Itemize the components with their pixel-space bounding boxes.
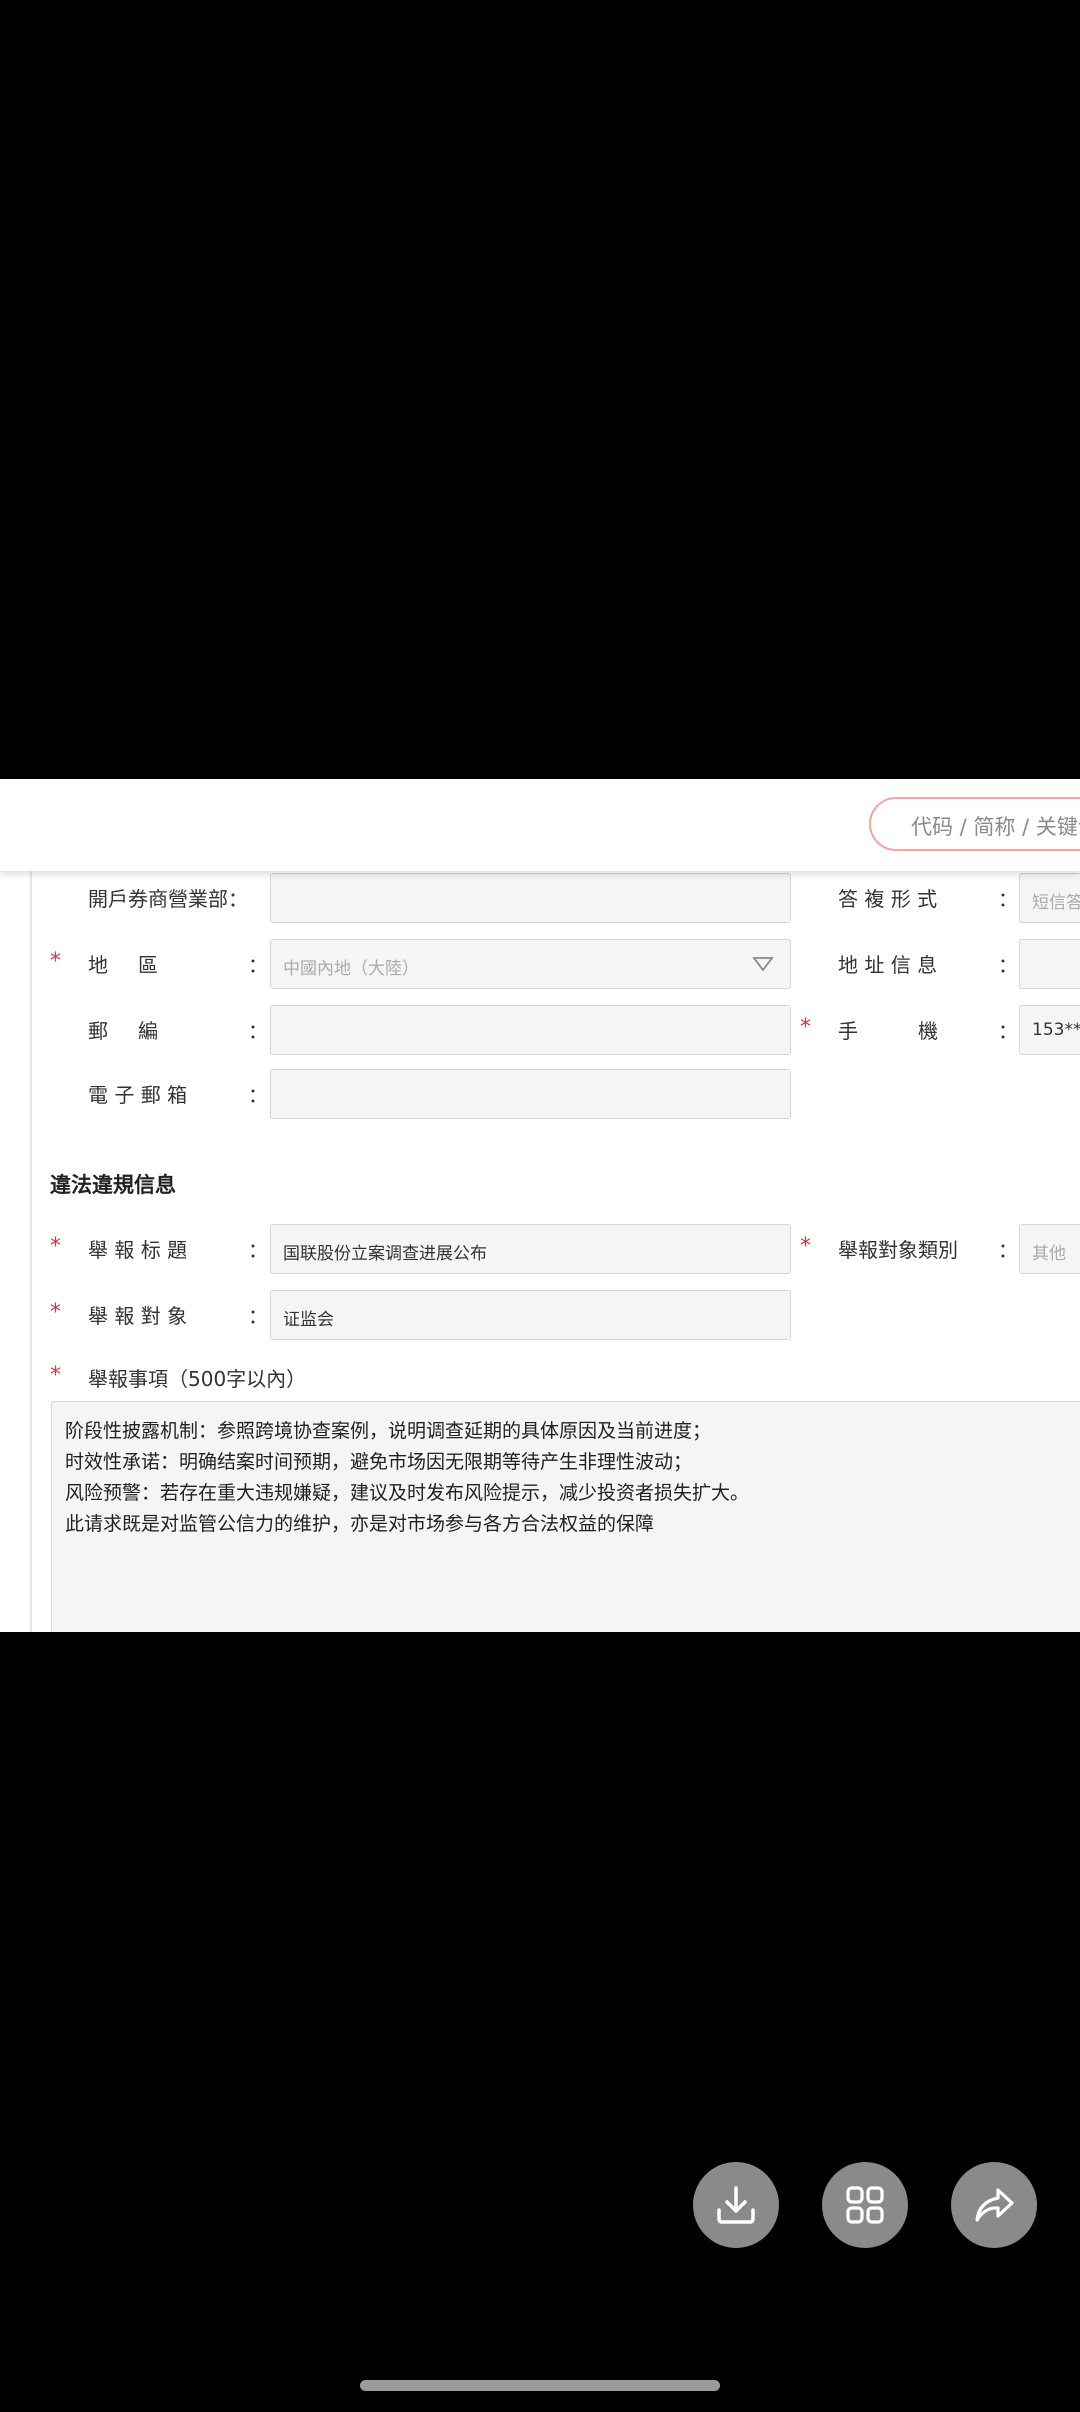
report-matters-textarea[interactable]: 阶段性披露机制：参照跨境协查案例，说明调查延期的具体原因及当前进度； 时效性承诺… bbox=[51, 1401, 1080, 1632]
region-value: 中國內地（大陸） bbox=[283, 959, 419, 979]
report-matters-label: 舉報事項（500字以內） bbox=[88, 1367, 307, 1391]
search-placeholder: 代码 / 简称 / 关键词 bbox=[911, 815, 1080, 839]
required-mark: * bbox=[50, 1234, 61, 1259]
report-title-label: 舉 報 标 題 bbox=[88, 1238, 188, 1262]
address-field[interactable] bbox=[1019, 939, 1080, 989]
matters-line: 风险预警：若存在重大违规嫌疑，建议及时发布风险提示，减少投资者损失扩大。 bbox=[65, 1482, 750, 1504]
branch-label: 開戶券商營業部： bbox=[88, 887, 248, 911]
required-mark: * bbox=[50, 1363, 61, 1388]
report-target-label: 舉 報 對 象 bbox=[88, 1304, 188, 1328]
required-mark: * bbox=[50, 949, 61, 974]
matters-line: 阶段性披露机制：参照跨境协查案例，说明调查延期的具体原因及当前进度； bbox=[65, 1420, 712, 1442]
address-label: 地 址 信 息 bbox=[838, 953, 938, 977]
matters-line: 时效性承诺：明确结案时间预期，避免市场因无限期等待产生非理性波动； bbox=[65, 1451, 693, 1473]
reply-colon: ： bbox=[998, 887, 1018, 911]
screenshot-area: 代码 / 简称 / 关键词 開戶券商營業部： 答 複 形 式 ： 短信答 * 地… bbox=[0, 779, 1080, 1632]
home-indicator[interactable] bbox=[360, 2380, 720, 2391]
report-title-input[interactable]: 国联股份立案调查进展公布 bbox=[270, 1224, 791, 1274]
reply-form-field[interactable]: 短信答 bbox=[1019, 873, 1080, 923]
phone-label: 手機 bbox=[838, 1019, 998, 1043]
download-button[interactable] bbox=[693, 2162, 779, 2248]
postcode-label: 郵編 bbox=[88, 1019, 188, 1043]
section-title: 違法違規信息 bbox=[50, 1173, 176, 1197]
search-box[interactable]: 代码 / 简称 / 关键词 bbox=[869, 797, 1080, 851]
target-type-label: 舉報對象類別 bbox=[838, 1238, 958, 1262]
phone-input[interactable]: 153**** bbox=[1019, 1005, 1080, 1055]
report-target-input[interactable]: 证监会 bbox=[270, 1290, 791, 1340]
share-icon bbox=[975, 2188, 1014, 2222]
matters-line: 此请求既是对监管公信力的维护，亦是对市场参与各方合法权益的保障 bbox=[65, 1513, 655, 1535]
required-mark: * bbox=[800, 1015, 811, 1040]
grid-icon bbox=[846, 2186, 884, 2224]
postcode-input[interactable] bbox=[270, 1005, 791, 1055]
report-target-colon: ： bbox=[248, 1304, 268, 1328]
branch-input[interactable] bbox=[270, 873, 791, 923]
email-input[interactable] bbox=[270, 1069, 791, 1119]
postcode-colon: ： bbox=[248, 1019, 268, 1043]
download-icon bbox=[717, 2186, 755, 2224]
target-type-colon: ： bbox=[998, 1238, 1018, 1262]
region-select[interactable]: 中國內地（大陸） bbox=[270, 939, 791, 989]
left-divider bbox=[30, 871, 32, 1632]
required-mark: * bbox=[800, 1234, 811, 1259]
region-colon: ： bbox=[248, 953, 268, 977]
region-label: 地區 bbox=[88, 953, 188, 977]
email-label: 電 子 郵 箱 bbox=[88, 1083, 188, 1107]
dropdown-triangle-icon bbox=[752, 957, 774, 972]
reply-form-label: 答 複 形 式 bbox=[838, 887, 938, 911]
share-button[interactable] bbox=[951, 2162, 1037, 2248]
phone-colon: ： bbox=[998, 1019, 1018, 1043]
address-colon: ： bbox=[998, 953, 1018, 977]
email-colon: ： bbox=[248, 1083, 268, 1107]
grid-button[interactable] bbox=[822, 2162, 908, 2248]
required-mark: * bbox=[50, 1300, 61, 1325]
top-bar: 代码 / 简称 / 关键词 bbox=[0, 779, 1080, 871]
report-title-colon: ： bbox=[248, 1238, 268, 1262]
target-type-select[interactable]: 其他 bbox=[1019, 1224, 1080, 1274]
